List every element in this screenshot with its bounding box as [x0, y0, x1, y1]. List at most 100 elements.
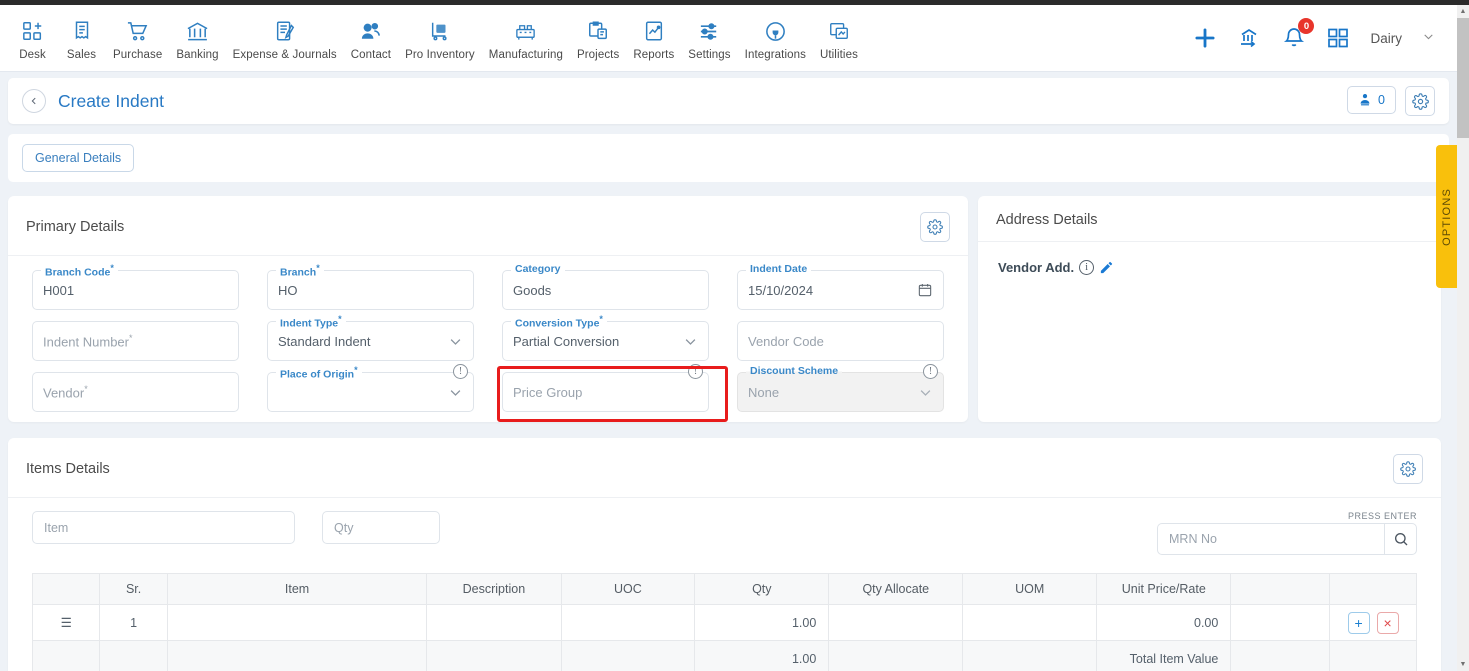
- field-place-of-origin[interactable]: Place of Origin* !: [267, 364, 474, 412]
- primary-details-settings-button[interactable]: [920, 212, 950, 242]
- field-branch[interactable]: Branch* HO: [267, 263, 474, 310]
- back-button[interactable]: [22, 89, 46, 113]
- grid-apps-icon[interactable]: [1326, 26, 1350, 50]
- col-item: Item: [166, 573, 428, 605]
- mrn-no-input[interactable]: MRN No: [1157, 523, 1384, 555]
- address-details-title: Address Details: [996, 212, 1098, 228]
- field-conversion-type[interactable]: Conversion Type* Partial Conversion: [502, 314, 709, 361]
- field-value: H001: [43, 282, 75, 298]
- items-details-title: Items Details: [26, 461, 110, 477]
- pencil-icon[interactable]: [1099, 260, 1114, 275]
- nav-item-purchase[interactable]: Purchase: [106, 15, 169, 61]
- bell-icon[interactable]: 0: [1282, 18, 1315, 50]
- total-item-value-label: Total Item Value: [1096, 640, 1232, 671]
- journal-icon: [274, 18, 296, 44]
- nav-label: Integrations: [744, 49, 806, 61]
- calendar-icon[interactable]: [917, 282, 933, 298]
- info-icon[interactable]: !: [453, 364, 468, 379]
- chevron-down-icon[interactable]: [448, 385, 463, 400]
- cell-item[interactable]: [166, 604, 428, 641]
- tab-general-details[interactable]: General Details: [22, 144, 135, 172]
- chart-report-icon: [643, 18, 665, 44]
- total-handle: [31, 640, 101, 671]
- cell-uom[interactable]: [962, 604, 1098, 641]
- field-indent-date[interactable]: Indent Date 15/10/2024: [737, 263, 944, 310]
- cell-unit-price[interactable]: 0.00: [1096, 604, 1232, 641]
- field-value: Goods: [513, 282, 552, 298]
- nav-item-list: Desk Sales Purchase Banking Expense & Jo…: [0, 15, 865, 61]
- item-search-input[interactable]: Item: [32, 511, 295, 544]
- nav-item-reports[interactable]: Reports: [626, 15, 681, 61]
- options-side-tab[interactable]: OPTIONS: [1436, 145, 1458, 288]
- info-icon[interactable]: i: [1079, 260, 1095, 275]
- nav-item-integrations[interactable]: Integrations: [738, 15, 813, 61]
- bank-icon: [186, 18, 209, 44]
- info-icon[interactable]: !: [923, 364, 938, 379]
- cell-uoc[interactable]: [560, 604, 696, 641]
- chevron-down-icon[interactable]: [918, 385, 933, 400]
- plus-icon[interactable]: [1192, 25, 1218, 51]
- field-vendor-code[interactable]: Vendor Code: [737, 321, 944, 361]
- scroll-down-arrow[interactable]: ▼: [1457, 658, 1469, 671]
- primary-details-card: Primary Details Branch Code* H001 Branch…: [8, 196, 968, 422]
- nav-item-projects[interactable]: Projects: [570, 15, 626, 61]
- items-table-body: ☰ 1 1.00 0.00 + × 1.00 Total Item Value: [31, 604, 1417, 671]
- total-qty: 1.00: [694, 640, 830, 671]
- user-name-label[interactable]: Dairy: [1370, 31, 1402, 46]
- chevron-down-icon[interactable]: [683, 334, 698, 349]
- nav-item-pro-inventory[interactable]: Pro Inventory: [398, 15, 482, 61]
- nav-item-settings[interactable]: Settings: [681, 15, 737, 61]
- nav-item-desk[interactable]: Desk: [8, 15, 57, 61]
- chevron-down-icon[interactable]: [1422, 30, 1435, 46]
- inventory-icon: [429, 18, 451, 44]
- field-category[interactable]: Category Goods: [502, 263, 709, 310]
- col-sr: Sr.: [99, 573, 168, 605]
- nav-label: Banking: [176, 49, 219, 61]
- cell-qty[interactable]: 1.00: [694, 604, 830, 641]
- user-count-button[interactable]: 0: [1347, 86, 1396, 114]
- table-row[interactable]: ☰ 1 1.00 0.00 + ×: [31, 604, 1417, 641]
- field-indent-type[interactable]: Indent Type* Standard Indent: [267, 314, 474, 361]
- scroll-up-arrow[interactable]: ▲: [1457, 5, 1469, 18]
- nav-item-contact[interactable]: Contact: [344, 15, 398, 61]
- col-qty: Qty: [694, 573, 830, 605]
- field-label: Indent Date: [746, 263, 812, 275]
- field-indent-number[interactable]: Indent Number*: [32, 321, 239, 361]
- primary-details-form: Branch Code* H001 Branch* HO Category Go…: [8, 256, 968, 412]
- nav-item-utilities[interactable]: Utilities: [813, 15, 865, 61]
- header-settings-button[interactable]: [1405, 86, 1435, 116]
- nav-label: Contact: [350, 49, 392, 61]
- field-label: Conversion Type*: [511, 314, 607, 330]
- field-discount-scheme[interactable]: Discount Scheme ! None: [737, 364, 944, 412]
- chevron-down-icon[interactable]: [448, 334, 463, 349]
- page-scrollbar[interactable]: ▲ ▼: [1457, 5, 1469, 671]
- items-settings-button[interactable]: [1393, 454, 1423, 484]
- field-price-group[interactable]: ! Price Group: [502, 364, 709, 412]
- field-placeholder: Vendor Code: [748, 333, 824, 349]
- field-label: Branch*: [276, 263, 324, 279]
- address-details-body: Vendor Add. i: [978, 242, 1441, 293]
- field-branch-code[interactable]: Branch Code* H001: [32, 263, 239, 310]
- delete-row-button[interactable]: ×: [1376, 611, 1399, 634]
- field-label: Place of Origin*: [276, 365, 362, 381]
- receipt-icon: [71, 18, 93, 44]
- nav-item-manufacturing[interactable]: Manufacturing: [482, 15, 570, 61]
- nav-item-sales[interactable]: Sales: [57, 15, 106, 61]
- cell-spacer: [1230, 604, 1331, 641]
- info-icon[interactable]: !: [688, 364, 703, 379]
- nav-item-expense-journals[interactable]: Expense & Journals: [226, 15, 344, 61]
- nav-label: Projects: [576, 49, 620, 61]
- total-uoc: [560, 640, 696, 671]
- search-icon[interactable]: [1384, 523, 1417, 555]
- add-row-button[interactable]: +: [1347, 611, 1370, 634]
- items-search-row: Item Qty PRESS ENTER MRN No: [8, 498, 1441, 555]
- cell-description[interactable]: [426, 604, 562, 641]
- bank-transfer-icon[interactable]: [1238, 26, 1262, 50]
- field-vendor[interactable]: Vendor*: [32, 372, 239, 412]
- nav-item-banking[interactable]: Banking: [169, 15, 225, 61]
- cell-qty-allocate[interactable]: [828, 604, 964, 641]
- nav-label: Desk: [19, 49, 46, 61]
- drag-handle-icon[interactable]: ☰: [31, 604, 101, 641]
- qty-input[interactable]: Qty: [322, 511, 440, 544]
- scrollbar-thumb[interactable]: [1457, 18, 1469, 138]
